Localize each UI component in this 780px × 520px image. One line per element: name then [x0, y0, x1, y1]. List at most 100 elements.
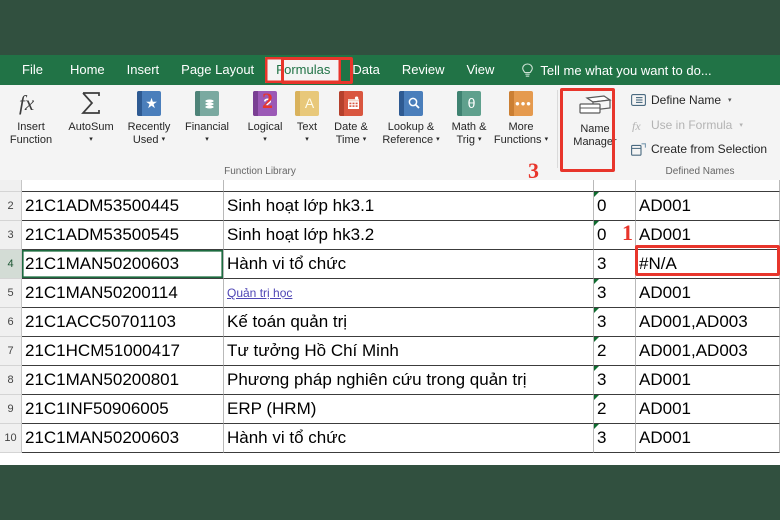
spreadsheet-grid[interactable]: 2 21C1ADM53500445 Sinh hoạt lớp hk3.1 0 …	[0, 180, 780, 465]
cell-c6-value: 3	[597, 312, 607, 331]
chevron-down-icon[interactable]: ▾	[162, 136, 166, 143]
tab-formulas[interactable]: Formulas	[265, 57, 342, 83]
cell-b3[interactable]: Sinh hoạt lớp hk3.2	[224, 221, 594, 250]
cell-b10[interactable]: Hành vi tổ chức	[224, 424, 594, 453]
row-header-7[interactable]: 7	[0, 337, 22, 366]
tell-me-box[interactable]: Tell me what you want to do...	[521, 63, 712, 78]
cell-b2[interactable]: Sinh hoạt lớp hk3.1	[224, 192, 594, 221]
tab-view[interactable]: View	[455, 55, 505, 85]
cell-b5[interactable]: Quản trị học	[224, 279, 594, 308]
tab-review[interactable]: Review	[391, 55, 456, 85]
chevron-down-icon[interactable]: ▾	[363, 136, 367, 143]
cell-a4[interactable]: 21C1MAN50200603	[22, 250, 224, 279]
tab-page-layout[interactable]: Page Layout	[170, 55, 265, 85]
define-name-icon	[630, 93, 646, 107]
cell-d8[interactable]: AD001	[636, 366, 780, 395]
comment-flag-icon	[594, 221, 599, 226]
cell-d9[interactable]: AD001	[636, 395, 780, 424]
cell-a-partial[interactable]	[22, 180, 224, 192]
cell-a8[interactable]: 21C1MAN50200801	[22, 366, 224, 395]
cell-a5[interactable]: 21C1MAN50200114	[22, 279, 224, 308]
cell-c4[interactable]: 3	[594, 250, 636, 279]
table-row: 7 21C1HCM51000417 Tư tưởng Hồ Chí Minh 2…	[0, 337, 780, 366]
cell-c5[interactable]: 3	[594, 279, 636, 308]
math-trig-label-1: Math &	[451, 121, 487, 133]
fx-icon: fx	[2, 88, 60, 118]
cell-d2[interactable]: AD001	[636, 192, 780, 221]
cell-c-partial[interactable]	[594, 180, 636, 192]
hyperlink-quan-tri-hoc[interactable]: Quản trị học	[227, 286, 292, 300]
cell-b4[interactable]: Hành vi tổ chức	[224, 250, 594, 279]
use-in-formula-item[interactable]: fx Use in Formula ▾	[630, 118, 743, 132]
tab-data[interactable]: Data	[341, 55, 390, 85]
recently-used-button[interactable]: ★ Recently Used ▾	[120, 88, 178, 146]
chevron-down-icon[interactable]: ▾	[728, 96, 732, 104]
bottom-background-band	[0, 465, 780, 520]
row-header-2[interactable]: 2	[0, 192, 22, 221]
tab-file[interactable]: File	[0, 55, 59, 85]
cell-c2[interactable]: 0	[594, 192, 636, 221]
cell-c6[interactable]: 3	[594, 308, 636, 337]
date-time-button[interactable]: Date & Time ▾	[322, 88, 380, 146]
chevron-down-icon[interactable]: ▾	[263, 136, 267, 143]
cell-c4-value: 3	[597, 254, 607, 273]
more-functions-button[interactable]: ••• More Functions ▾	[490, 88, 552, 146]
chevron-down-icon[interactable]: ▾	[739, 121, 743, 129]
row-header-10[interactable]: 10	[0, 424, 22, 453]
row-header-partial[interactable]	[0, 180, 22, 192]
cell-c2-value: 0	[597, 196, 607, 215]
chevron-down-icon[interactable]: ▾	[305, 136, 309, 143]
defined-names-group: Name Manager Define Name ▾ fx Use in For…	[560, 85, 780, 180]
cell-a7[interactable]: 21C1HCM51000417	[22, 337, 224, 366]
cell-d5[interactable]: AD001	[636, 279, 780, 308]
name-manager-button[interactable]: Name Manager	[564, 90, 626, 148]
star-book-icon: ★	[137, 90, 161, 116]
cell-a10[interactable]: 21C1MAN50200603	[22, 424, 224, 453]
more-functions-label-1: More	[508, 121, 534, 133]
chevron-down-icon[interactable]: ▾	[545, 136, 549, 143]
lookup-reference-button[interactable]: Lookup & Reference ▾	[378, 88, 444, 146]
top-background-band	[0, 0, 780, 55]
tab-insert[interactable]: Insert	[116, 55, 171, 85]
cell-d3[interactable]: AD001	[636, 221, 780, 250]
cell-d6[interactable]: AD001,AD003	[636, 308, 780, 337]
autosum-button[interactable]: AutoSum ▾	[62, 88, 120, 146]
cell-d-partial[interactable]	[636, 180, 780, 192]
cell-a2[interactable]: 21C1ADM53500445	[22, 192, 224, 221]
chevron-down-icon[interactable]: ▾	[89, 136, 93, 143]
cell-b8[interactable]: Phương pháp nghiên cứu trong quản trị	[224, 366, 594, 395]
define-name-item[interactable]: Define Name ▾	[630, 93, 732, 107]
cell-c8[interactable]: 3	[594, 366, 636, 395]
magnifier-book-icon	[399, 90, 423, 116]
create-from-selection-item[interactable]: Create from Selection	[630, 142, 767, 156]
insert-function-button[interactable]: fx Insert Function	[2, 88, 60, 146]
cell-a3[interactable]: 21C1ADM53500545	[22, 221, 224, 250]
cell-d7[interactable]: AD001,AD003	[636, 337, 780, 366]
cell-c7[interactable]: 2	[594, 337, 636, 366]
chevron-down-icon[interactable]: ▾	[205, 136, 209, 143]
financial-button[interactable]: Financial ▾	[178, 88, 236, 146]
cell-c10[interactable]: 3	[594, 424, 636, 453]
cell-c7-value: 2	[597, 341, 607, 360]
math-trig-label-2: Trig	[456, 133, 475, 146]
name-manager-icon	[564, 90, 626, 120]
row-header-8[interactable]: 8	[0, 366, 22, 395]
cell-d4-error[interactable]: #N/A	[636, 250, 780, 279]
cell-b9[interactable]: ERP (HRM)	[224, 395, 594, 424]
row-header-3[interactable]: 3	[0, 221, 22, 250]
tab-home[interactable]: Home	[59, 55, 116, 85]
cell-b7[interactable]: Tư tưởng Hồ Chí Minh	[224, 337, 594, 366]
cell-a6[interactable]: 21C1ACC50701103	[22, 308, 224, 337]
row-header-5[interactable]: 5	[0, 279, 22, 308]
row-header-6[interactable]: 6	[0, 308, 22, 337]
chevron-down-icon[interactable]: ▾	[478, 136, 482, 143]
cell-c9[interactable]: 2	[594, 395, 636, 424]
cell-b6[interactable]: Kế toán quản trị	[224, 308, 594, 337]
cell-a9[interactable]: 21C1INF50906005	[22, 395, 224, 424]
row-header-4[interactable]: 4	[0, 250, 22, 279]
row-header-9[interactable]: 9	[0, 395, 22, 424]
use-in-formula-icon: fx	[630, 118, 646, 132]
cell-d10[interactable]: AD001	[636, 424, 780, 453]
name-manager-label-1: Name	[580, 123, 610, 135]
table-row: 9 21C1INF50906005 ERP (HRM) 2 AD001	[0, 395, 780, 424]
